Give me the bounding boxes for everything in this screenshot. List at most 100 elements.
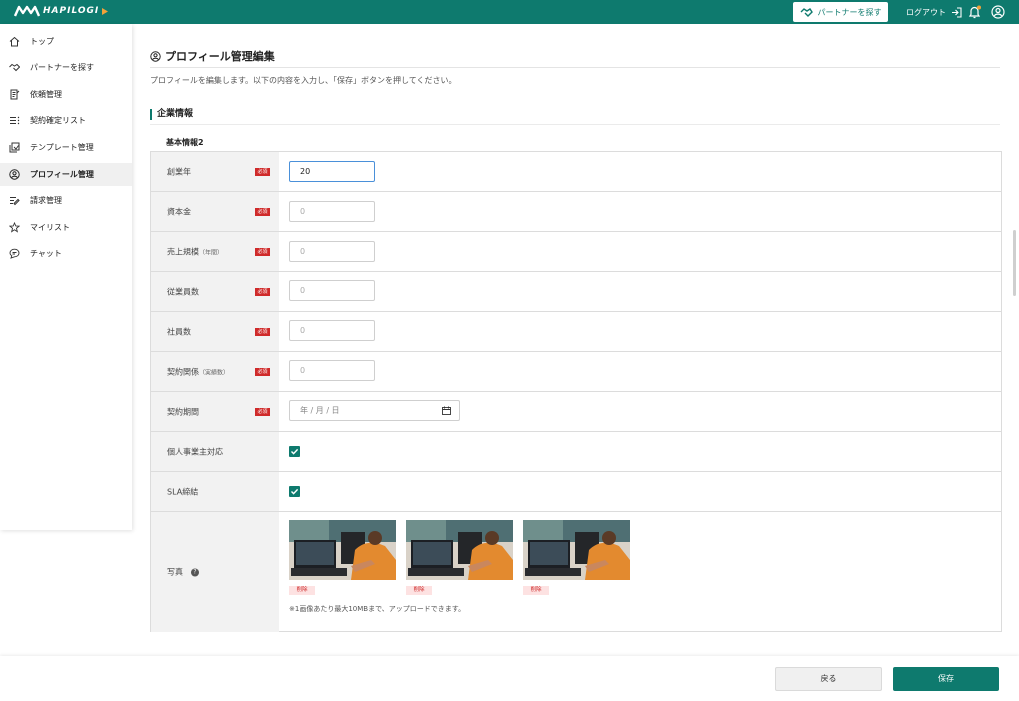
required-badge: 必須 xyxy=(255,407,270,416)
field-label: 資本金 xyxy=(167,207,191,216)
logout-label: ログアウト xyxy=(906,7,946,17)
required-badge: 必須 xyxy=(255,247,270,256)
form-row-contract-period: 契約期間 必須 年 / 月 / 日 xyxy=(151,392,1001,432)
required-badge: 必須 xyxy=(255,367,270,376)
form-row-employees: 従業員数 必須 0 xyxy=(151,272,1001,312)
sidebar-item-mylist[interactable]: マイリスト xyxy=(0,216,132,239)
photo-thumbnail[interactable] xyxy=(289,520,396,580)
form-row-sole-proprietor: 個人事業主対応 xyxy=(151,432,1001,472)
field-label-cell: 創業年 必須 xyxy=(151,152,279,191)
field-label: 個人事業主対応 xyxy=(167,447,223,456)
handshake-icon xyxy=(800,7,813,17)
form-row-photos: 写真? 削除 削除 削除 ※1画像あたり最大10MBまで、アップロードできます。 xyxy=(151,512,1001,632)
back-button[interactable]: 戻る xyxy=(775,667,882,691)
required-badge: 必須 xyxy=(255,287,270,296)
required-badge: 必須 xyxy=(255,327,270,336)
field-label: 売上規模（年間） xyxy=(167,246,223,257)
employees-input[interactable]: 0 xyxy=(289,280,375,301)
calendar-icon[interactable] xyxy=(442,406,451,415)
field-label-suffix: （年間） xyxy=(199,249,224,256)
staff-input[interactable]: 0 xyxy=(289,320,375,341)
date-placeholder: 年 / 月 / 日 xyxy=(300,406,340,415)
profile-icon xyxy=(9,169,20,180)
sidebar-item-label: プロフィール管理 xyxy=(30,170,94,179)
logout-icon xyxy=(952,6,962,18)
delete-photo-button[interactable]: 削除 xyxy=(406,586,432,595)
sidebar-item-contract-list[interactable]: 契約確定リスト xyxy=(0,109,132,132)
sidebar-item-label: 契約確定リスト xyxy=(30,116,86,125)
field-label: SLA締結 xyxy=(167,487,199,496)
chat-icon xyxy=(9,248,20,259)
required-badge: 必須 xyxy=(255,167,270,176)
user-account-icon[interactable] xyxy=(991,5,1005,19)
sidebar-item-find-partner[interactable]: パートナーを探す xyxy=(0,56,132,79)
find-partner-button[interactable]: パートナーを探す xyxy=(793,2,888,22)
invoice-icon xyxy=(10,197,20,206)
sidebar-item-templates[interactable]: テンプレート管理 xyxy=(0,136,132,159)
delete-photo-button[interactable]: 削除 xyxy=(523,586,549,595)
star-icon xyxy=(9,222,20,233)
sidebar-item-label: テンプレート管理 xyxy=(30,143,94,152)
logo-arrow-icon xyxy=(102,7,109,15)
form-row-contract-relations: 契約関係（実績数） 必須 0 xyxy=(151,352,1001,392)
sales-scale-input[interactable]: 0 xyxy=(289,241,375,262)
sidebar-item-label: マイリスト xyxy=(30,223,70,232)
footer-bar: 戻る 保存 xyxy=(0,656,1019,701)
page-title-text: プロフィール管理編集 xyxy=(165,50,275,63)
delete-photo-button[interactable]: 削除 xyxy=(289,586,315,595)
field-label-cell: 従業員数 必須 xyxy=(151,272,279,311)
field-label: 創業年 xyxy=(167,167,191,176)
save-button[interactable]: 保存 xyxy=(893,667,999,691)
scrollbar-thumb[interactable] xyxy=(1013,230,1016,296)
field-label: 社員数 xyxy=(167,327,191,336)
title-divider xyxy=(150,67,1000,68)
photo-upload-note: ※1画像あたり最大10MBまで、アップロードできます。 xyxy=(289,605,466,613)
sidebar-item-top[interactable]: トップ xyxy=(0,30,132,53)
sidebar-item-invoices[interactable]: 請求管理 xyxy=(0,189,132,212)
form-row-sales-scale: 売上規模（年間） 必須 0 xyxy=(151,232,1001,272)
contract-period-date-input[interactable]: 年 / 月 / 日 xyxy=(289,400,460,421)
sidebar-item-label: 請求管理 xyxy=(30,196,62,205)
sidebar: トップ パートナーを探す 依頼管理 契約確定リスト テンプレート管理 プロフィー… xyxy=(0,24,132,530)
help-icon[interactable]: ? xyxy=(191,568,199,576)
founded-year-input[interactable]: 20 xyxy=(289,161,375,182)
brand-logo[interactable]: HAPILOGI xyxy=(14,5,109,17)
sidebar-item-label: パートナーを探す xyxy=(30,63,94,72)
field-label: 契約期間 xyxy=(167,407,199,416)
capital-input[interactable]: 0 xyxy=(289,201,375,222)
form-row-capital: 資本金 必須 0 xyxy=(151,192,1001,232)
photo-image xyxy=(406,520,513,580)
photo-thumbnail[interactable] xyxy=(406,520,513,580)
required-badge: 必須 xyxy=(255,207,270,216)
page-title: プロフィール管理編集 xyxy=(150,48,275,64)
form-row-staff: 社員数 必須 0 xyxy=(151,312,1001,352)
form-row-founded-year: 創業年 必須 20 xyxy=(151,152,1001,192)
sole-proprietor-checkbox[interactable] xyxy=(289,446,300,457)
field-label-cell: 売上規模（年間） 必須 xyxy=(151,232,279,271)
sidebar-item-label: チャット xyxy=(30,249,62,258)
sidebar-item-profile[interactable]: プロフィール管理 xyxy=(0,163,132,186)
sidebar-item-label: 依頼管理 xyxy=(30,90,62,99)
sidebar-item-label: トップ xyxy=(30,37,54,46)
page-description: プロフィールを編集します。以下の内容を入力し、「保存」ボタンを押してください。 xyxy=(150,76,457,85)
template-icon xyxy=(9,142,20,153)
bell-icon[interactable] xyxy=(968,5,981,19)
field-label-cell: 契約関係（実績数） 必須 xyxy=(151,352,279,391)
field-label: 契約関係（実績数） xyxy=(167,366,229,377)
photo-thumbnail[interactable] xyxy=(523,520,630,580)
contract-relations-input[interactable]: 0 xyxy=(289,360,375,381)
profile-form: 創業年 必須 20 資本金 必須 0 売上規模（年間） 必須 0 従業員数 必須… xyxy=(150,151,1002,632)
field-label: 写真? xyxy=(167,567,199,578)
field-label-main: 写真 xyxy=(167,567,183,577)
sidebar-item-requests[interactable]: 依頼管理 xyxy=(0,83,132,106)
top-header: HAPILOGI パートナーを探す ログアウト xyxy=(0,0,1019,24)
field-label: 従業員数 xyxy=(167,287,199,296)
logout-button[interactable]: ログアウト xyxy=(906,0,962,24)
logo-mark-icon xyxy=(14,5,40,17)
sidebar-item-chat[interactable]: チャット xyxy=(0,242,132,265)
checkmark-icon xyxy=(291,488,299,495)
sla-checkbox[interactable] xyxy=(289,486,300,497)
photo-image xyxy=(289,520,396,580)
form-row-sla: SLA締結 xyxy=(151,472,1001,512)
field-label-cell: 契約期間 必須 xyxy=(151,392,279,431)
